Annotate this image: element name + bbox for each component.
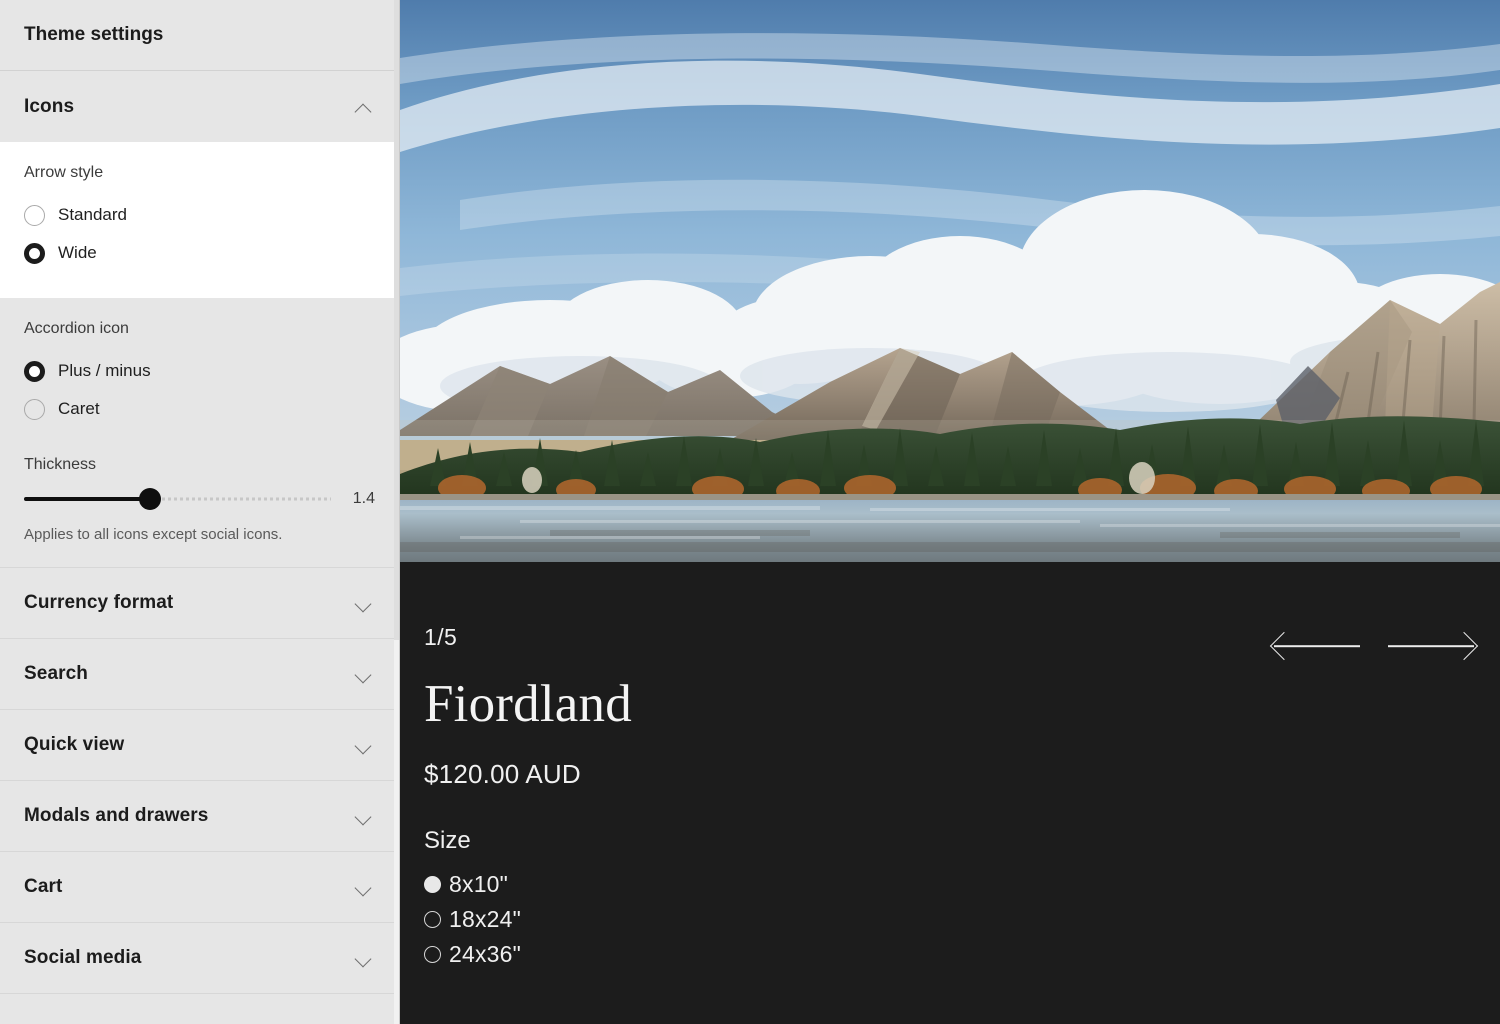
arrow-head xyxy=(1269,631,1299,661)
sidebar-section-search[interactable]: Search xyxy=(0,639,399,710)
theme-preview: 1/5 Fiordland $120.00 AUD Size 8x10" 18x… xyxy=(400,0,1500,1024)
arrow-head xyxy=(1449,631,1479,661)
sidebar-section-label: Social media xyxy=(24,947,142,968)
thickness-slider-row: 1.4 xyxy=(24,488,375,510)
radio-label: Standard xyxy=(58,205,127,224)
slider-thumb[interactable] xyxy=(138,488,161,510)
chevron-down-icon xyxy=(353,592,375,614)
app-root: Theme settings Icons Arrow style Standar… xyxy=(0,0,1500,1024)
size-option-label: Size xyxy=(424,826,471,854)
product-info-panel: 1/5 Fiordland $120.00 AUD Size 8x10" 18x… xyxy=(400,562,1500,1024)
sidebar-section-label: Currency format xyxy=(24,592,174,613)
sidebar-section-currency-format[interactable]: Currency format xyxy=(0,568,399,639)
radio-icon-selected xyxy=(424,875,441,893)
product-title: Fiordland xyxy=(424,675,632,733)
radio-icon xyxy=(24,398,45,420)
sidebar-scrollbar-thumb[interactable] xyxy=(394,0,399,640)
sidebar-section-quick-view[interactable]: Quick view xyxy=(0,710,399,781)
sidebar-section-modals-and-drawers[interactable]: Modals and drawers xyxy=(0,781,399,852)
radio-arrow-style-standard[interactable]: Standard xyxy=(24,196,375,234)
gallery-navigation xyxy=(1269,628,1479,664)
sidebar-section-icons-label: Icons xyxy=(24,95,75,117)
chevron-down-icon xyxy=(353,947,375,969)
radio-accordion-plus-minus[interactable]: Plus / minus xyxy=(24,352,375,390)
slider-track-rest xyxy=(149,497,331,501)
arrow-style-panel: Arrow style Standard Wide xyxy=(0,142,399,298)
radio-arrow-style-wide[interactable]: Wide xyxy=(24,234,375,272)
accordion-icon-label: Accordion icon xyxy=(24,320,129,337)
thickness-value: 1.4 xyxy=(352,490,375,507)
sidebar-title: Theme settings xyxy=(0,0,399,71)
product-hero-image xyxy=(400,0,1500,562)
size-option-8x10[interactable]: 8x10" xyxy=(424,867,1500,902)
chevron-up-icon xyxy=(353,96,375,118)
sidebar-section-label: Quick view xyxy=(24,734,125,755)
arrow-style-label: Arrow style xyxy=(24,164,104,181)
radio-icon-selected xyxy=(24,242,45,264)
size-option-list: 8x10" 18x24" 24x36" xyxy=(424,867,1500,972)
product-price: $120.00 AUD xyxy=(424,758,581,789)
chevron-down-icon xyxy=(353,734,375,756)
size-option-label-text: 24x36" xyxy=(449,940,522,967)
slider-track-fill xyxy=(24,497,150,501)
sidebar-section-social-media[interactable]: Social media xyxy=(0,923,399,994)
sidebar-section-icons[interactable]: Icons xyxy=(0,71,399,142)
radio-accordion-caret[interactable]: Caret xyxy=(24,390,375,428)
accordion-icon-panel: Accordion icon Plus / minus Caret Thickn… xyxy=(0,298,399,568)
thickness-block: Thickness 1.4 Applies to all icons excep… xyxy=(24,456,375,543)
thickness-help-text: Applies to all icons except social icons… xyxy=(24,526,283,543)
radio-label: Wide xyxy=(58,243,97,262)
chevron-down-icon xyxy=(353,876,375,898)
sidebar-section-label: Search xyxy=(24,663,88,684)
next-arrow-icon[interactable] xyxy=(1388,628,1479,664)
radio-icon xyxy=(424,945,441,963)
radio-icon-selected xyxy=(24,360,45,382)
sidebar-section-label: Modals and drawers xyxy=(24,805,209,826)
size-option-label-text: 18x24" xyxy=(449,905,522,932)
sidebar-section-label: Cart xyxy=(24,876,63,897)
thickness-label: Thickness xyxy=(24,456,97,473)
radio-icon xyxy=(424,910,441,928)
radio-label: Caret xyxy=(58,399,100,418)
radio-icon xyxy=(24,204,45,226)
sidebar-scrollbar[interactable] xyxy=(394,0,399,1024)
thickness-slider[interactable] xyxy=(24,488,331,510)
previous-arrow-icon[interactable] xyxy=(1269,628,1360,664)
sidebar-section-cart[interactable]: Cart xyxy=(0,852,399,923)
chevron-down-icon xyxy=(353,805,375,827)
chevron-down-icon xyxy=(353,663,375,685)
size-option-24x36[interactable]: 24x36" xyxy=(424,937,1500,972)
size-option-18x24[interactable]: 18x24" xyxy=(424,902,1500,937)
theme-settings-sidebar: Theme settings Icons Arrow style Standar… xyxy=(0,0,400,1024)
radio-label: Plus / minus xyxy=(58,361,151,380)
size-option-label-text: 8x10" xyxy=(449,870,509,897)
